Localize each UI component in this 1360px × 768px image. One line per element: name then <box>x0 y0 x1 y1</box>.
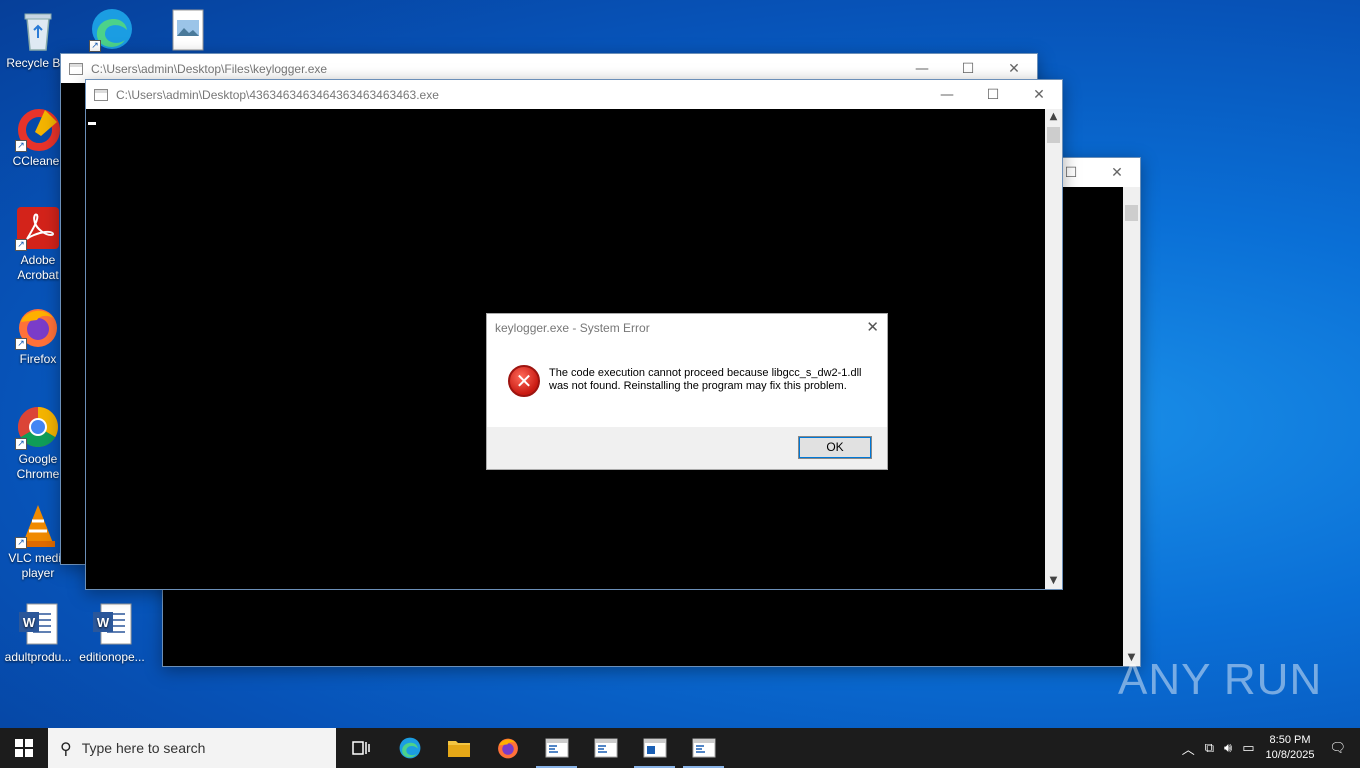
word-doc-icon: W <box>15 602 61 648</box>
folder-icon <box>447 741 470 757</box>
task-view-icon <box>351 741 370 755</box>
console-app-icon <box>692 738 715 758</box>
search-icon: ⚲ <box>60 738 72 758</box>
scroll-down-icon[interactable]: ▼ <box>1045 573 1062 589</box>
desktop-icon-label: adultprodu... <box>4 650 72 664</box>
start-button[interactable] <box>0 728 48 768</box>
shortcut-arrow-icon: ↗ <box>15 338 27 350</box>
chrome-icon: ↗ <box>15 404 61 450</box>
svg-text:W: W <box>97 615 110 630</box>
console-app-icon <box>594 738 617 758</box>
shortcut-arrow-icon: ↗ <box>15 140 27 152</box>
console-app-icon <box>643 738 666 758</box>
windows-logo-icon <box>15 739 33 757</box>
close-icon[interactable]: ✕ <box>1094 158 1140 187</box>
vertical-scrollbar[interactable]: ▲ ▼ <box>1045 109 1062 589</box>
console-app-icon <box>94 88 108 101</box>
error-message: The code execution cannot proceed becaus… <box>549 367 862 392</box>
taskbar: ⚲ Type here to search ︿ ⧉ 🔊︎ ▭ 8:50 PM 1… <box>0 728 1360 768</box>
search-placeholder: Type here to search <box>81 740 206 756</box>
scrollbar-thumb[interactable] <box>1125 205 1138 221</box>
word-doc-icon: W <box>89 602 135 648</box>
vertical-scrollbar[interactable]: ▼ <box>1123 187 1140 666</box>
taskbar-console-3[interactable] <box>630 728 679 768</box>
taskbar-console-2[interactable] <box>581 728 630 768</box>
shortcut-arrow-icon: ↗ <box>15 537 27 549</box>
desktop-icon-image-file[interactable] <box>150 8 226 56</box>
svg-text:W: W <box>23 615 36 630</box>
error-icon: ✕ <box>508 365 540 397</box>
dialog-title: keylogger.exe - System Error <box>495 321 650 335</box>
acrobat-icon: ↗ <box>15 205 61 251</box>
taskbar-search-box[interactable]: ⚲ Type here to search <box>48 728 336 768</box>
image-file-icon <box>165 8 211 54</box>
anyrun-watermark: ANY RUN <box>1118 655 1323 704</box>
console-app-icon <box>545 738 568 758</box>
close-icon[interactable]: ✕ <box>866 318 879 336</box>
firefox-icon: ↗ <box>15 304 61 350</box>
display-icon[interactable]: ▭ <box>1242 741 1254 756</box>
desktop-icon-label: editionope... <box>79 650 145 664</box>
clock[interactable]: 8:50 PM 10/8/2025 <box>1266 733 1315 763</box>
clock-date: 10/8/2025 <box>1265 749 1315 761</box>
taskbar-console-1[interactable] <box>532 728 581 768</box>
ccleaner-icon: ↗ <box>15 106 61 152</box>
window-title: C:\Users\admin\Desktop\Files\keylogger.e… <box>91 61 328 76</box>
taskbar-firefox[interactable] <box>483 728 532 768</box>
desktop-icon-doc-2[interactable]: W editionope... <box>74 602 150 665</box>
recycle-bin-icon <box>15 8 61 54</box>
edge-icon <box>399 737 420 759</box>
dialog-footer: OK <box>487 427 887 469</box>
shortcut-arrow-icon: ↗ <box>15 239 27 251</box>
system-error-dialog[interactable]: keylogger.exe - System Error ✕ ✕ The cod… <box>486 313 888 470</box>
desktop-icon-doc-1[interactable]: W adultprodu... <box>0 602 76 665</box>
chevron-up-icon[interactable]: ︿ <box>1182 739 1195 758</box>
maximize-icon[interactable]: ☐ <box>970 80 1016 109</box>
title-bar[interactable]: C:\Users\admin\Desktop\43634634634643634… <box>86 80 1062 109</box>
ok-button[interactable]: OK <box>798 436 872 459</box>
minimize-icon[interactable]: — <box>924 80 970 109</box>
clock-time: 8:50 PM <box>1269 734 1311 746</box>
console-app-icon <box>69 62 83 75</box>
text-cursor <box>88 122 96 125</box>
shortcut-arrow-icon: ↗ <box>15 438 27 450</box>
window-title: C:\Users\admin\Desktop\43634634634643634… <box>116 87 439 102</box>
window-controls: — ☐ ✕ <box>924 80 1062 109</box>
shortcut-arrow-icon: ↗ <box>89 40 101 52</box>
scroll-up-icon[interactable]: ▲ <box>1045 109 1062 125</box>
taskbar-edge[interactable] <box>385 728 434 768</box>
task-view-button[interactable] <box>336 728 385 768</box>
notification-icon[interactable]: 🗨︎ <box>1329 741 1346 756</box>
taskbar-console-4[interactable] <box>679 728 728 768</box>
volume-icon[interactable]: 🔊︎ <box>1224 741 1232 756</box>
firefox-icon <box>497 738 518 759</box>
vlc-icon: ↗ <box>15 503 61 549</box>
system-tray: ︿ ⧉ 🔊︎ ▭ 8:50 PM 10/8/2025 🗨︎ <box>1177 728 1360 768</box>
network-icon[interactable]: ⧉ <box>1205 741 1214 756</box>
taskbar-file-explorer[interactable] <box>434 728 483 768</box>
desktop-icon-edge[interactable]: ↗ <box>74 6 150 54</box>
close-icon[interactable]: ✕ <box>1016 80 1062 109</box>
scrollbar-thumb[interactable] <box>1047 127 1060 143</box>
edge-icon: ↗ <box>89 6 135 52</box>
